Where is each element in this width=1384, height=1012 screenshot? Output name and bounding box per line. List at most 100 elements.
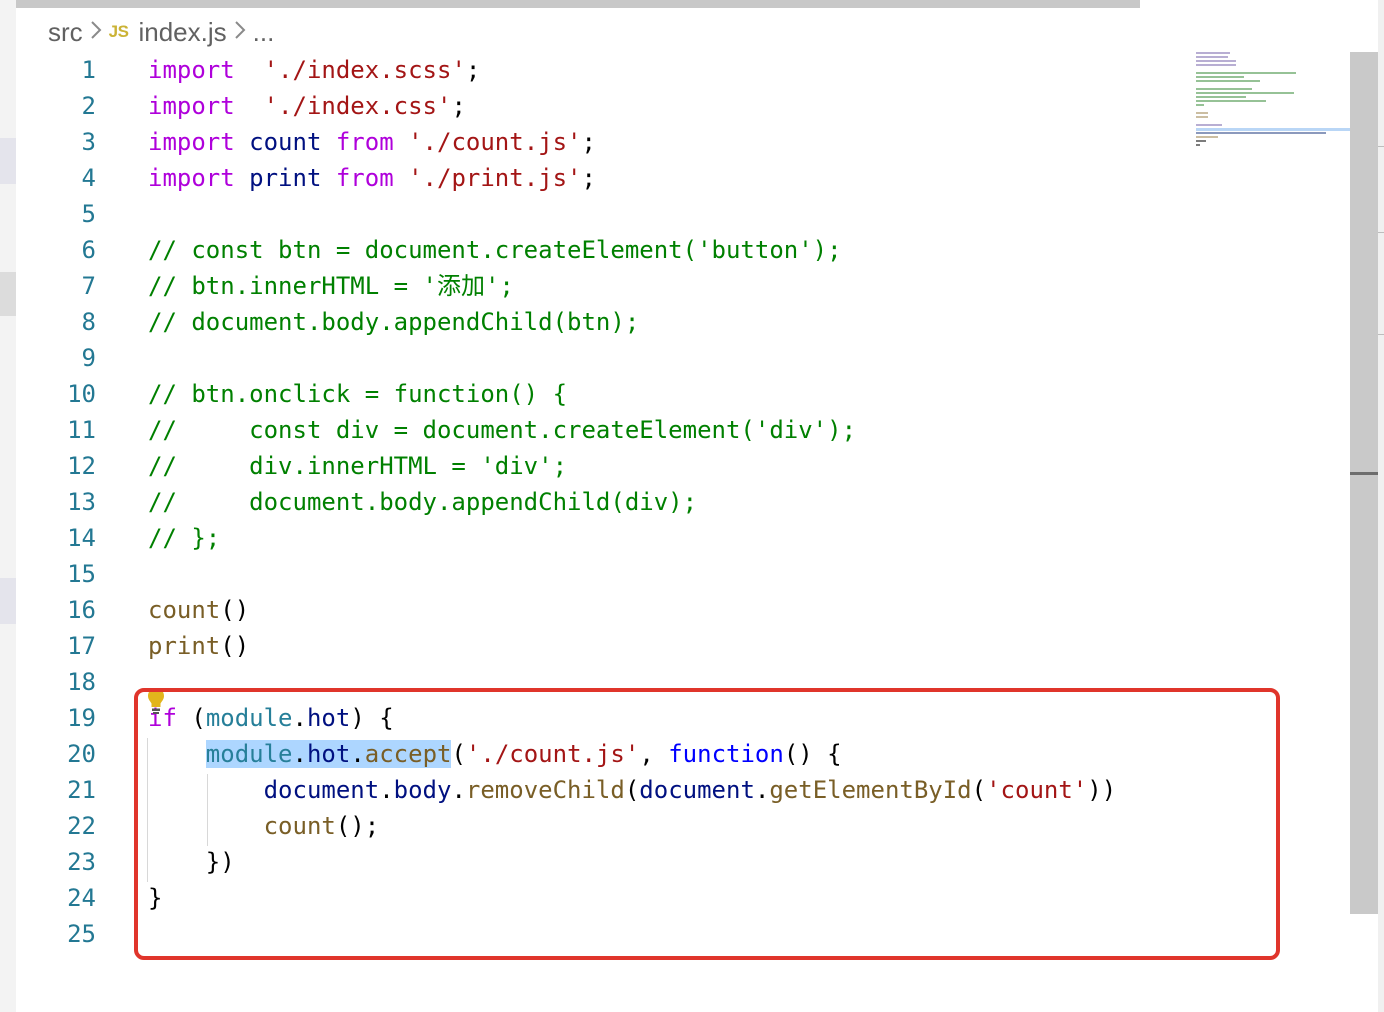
line-number: 2: [81, 92, 96, 120]
code-text: document.body.removeChild(document.getEl…: [148, 772, 1117, 808]
code-text: count();: [148, 808, 380, 844]
line-number: 18: [67, 668, 96, 696]
code-token: (): [220, 632, 250, 660]
code-line[interactable]: 2 import './index.css';: [16, 88, 1350, 124]
code-text: // const div = document.createElement('d…: [148, 412, 856, 448]
code-token: // btn.innerHTML = '添加';: [148, 272, 514, 300]
code-token: (): [220, 596, 250, 624]
code-text: print(): [148, 628, 249, 664]
code-line[interactable]: 4 import print from './print.js';: [16, 160, 1350, 196]
line-number: 11: [67, 416, 96, 444]
code-token: (: [971, 776, 987, 804]
code-line[interactable]: 7 // btn.innerHTML = '添加';: [16, 268, 1350, 304]
code-token: import: [148, 92, 235, 120]
breadcrumb-folder[interactable]: src: [48, 17, 83, 48]
code-line[interactable]: 18: [16, 664, 1350, 700]
code-token: .: [292, 704, 307, 732]
strip-marker: [0, 272, 16, 316]
code-text: // };: [148, 520, 220, 556]
code-line[interactable]: 5: [16, 196, 1350, 232]
code-token: )): [1087, 776, 1117, 804]
code-token: import: [148, 56, 235, 84]
code-token: // const div = document.createElement('d…: [148, 416, 857, 444]
code-token: from: [335, 164, 394, 192]
line-number: 23: [67, 848, 96, 876]
code-line[interactable]: 24}: [16, 880, 1350, 916]
code-line[interactable]: 12 // div.innerHTML = 'div';: [16, 448, 1350, 484]
line-number: 15: [67, 560, 96, 588]
code-line[interactable]: 15: [16, 556, 1350, 592]
code-token: ,: [639, 740, 669, 768]
code-line[interactable]: 19 if (module.hot) {: [16, 700, 1350, 736]
code-token: module: [205, 740, 293, 768]
line-number: 4: [81, 164, 96, 192]
horizontal-scrollbar[interactable]: [16, 0, 1140, 8]
code-token: import: [148, 128, 235, 156]
line-number: 1: [81, 56, 96, 84]
breadcrumb-more[interactable]: ...: [253, 17, 275, 48]
code-line[interactable]: 20 module.hot.accept('./count.js', funct…: [16, 736, 1350, 772]
line-number: 3: [81, 128, 96, 156]
code-token: accept: [364, 740, 452, 768]
code-line[interactable]: 3 import count from './count.js';: [16, 124, 1350, 160]
code-token: document: [263, 776, 380, 804]
code-token: // document.body.appendChild(div);: [148, 488, 698, 516]
code-line[interactable]: 21 document.body.removeChild(document.ge…: [16, 772, 1350, 808]
line-number: 6: [81, 236, 96, 264]
breadcrumb-file[interactable]: index.js: [138, 17, 226, 48]
code-line[interactable]: 11 // const div = document.createElement(…: [16, 412, 1350, 448]
lightbulb-icon[interactable]: [146, 686, 166, 716]
code-line[interactable]: 6 // const btn = document.createElement('…: [16, 232, 1350, 268]
code-line[interactable]: 22 count();: [16, 808, 1350, 844]
line-number: 5: [81, 200, 96, 228]
code-token: () {: [783, 740, 842, 768]
vertical-scrollbar[interactable]: [1350, 52, 1378, 914]
code-token: ;: [465, 56, 481, 84]
code-token: getElementById: [769, 776, 972, 804]
code-line[interactable]: 23 }): [16, 844, 1350, 880]
code-token: module: [205, 704, 293, 732]
code-line[interactable]: 10 // btn.onclick = function() {: [16, 376, 1350, 412]
code-text: // btn.innerHTML = '添加';: [148, 268, 514, 304]
code-editor[interactable]: 1 import './index.scss'; 2 import './index.…: [16, 52, 1350, 1012]
code-token: ;: [581, 128, 596, 156]
code-token: './index.scss': [263, 56, 466, 84]
activity-strip: [0, 0, 16, 1012]
code-line[interactable]: 25: [16, 916, 1350, 952]
line-number: 22: [67, 812, 96, 840]
code-text: }): [148, 844, 235, 880]
code-line[interactable]: 9: [16, 340, 1350, 376]
code-token: // btn.onclick = function() {: [148, 380, 568, 408]
code-token: count: [249, 128, 322, 156]
code-line[interactable]: 14 // };: [16, 520, 1350, 556]
code-text: module.hot.accept('./count.js', function…: [148, 736, 842, 772]
code-token: './count.js': [465, 740, 640, 768]
line-number: 21: [67, 776, 96, 804]
code-line[interactable]: 13 // document.body.appendChild(div);: [16, 484, 1350, 520]
code-token: // document.body.appendChild(btn);: [148, 308, 640, 336]
code-token: hot: [306, 704, 351, 732]
code-line[interactable]: 1 import './index.scss';: [16, 52, 1350, 88]
breadcrumb: src JS index.js ...: [16, 12, 1344, 52]
code-text: import count from './count.js';: [148, 124, 596, 160]
code-token: print: [249, 164, 322, 192]
code-line[interactable]: 8 // document.body.appendChild(btn);: [16, 304, 1350, 340]
chevron-right-icon: [89, 17, 103, 48]
line-number: 12: [67, 452, 96, 480]
code-token: }): [148, 848, 235, 876]
minimap[interactable]: [1196, 52, 1350, 152]
code-line[interactable]: 17 print(): [16, 628, 1350, 664]
code-token: // div.innerHTML = 'div';: [148, 452, 568, 480]
code-token: print: [148, 632, 221, 660]
code-text: // document.body.appendChild(div);: [148, 484, 697, 520]
code-line[interactable]: 16 count(): [16, 592, 1350, 628]
code-token: .: [754, 776, 770, 804]
code-token: // };: [148, 524, 221, 552]
strip-marker: [0, 138, 16, 184]
code-token: import: [148, 164, 235, 192]
